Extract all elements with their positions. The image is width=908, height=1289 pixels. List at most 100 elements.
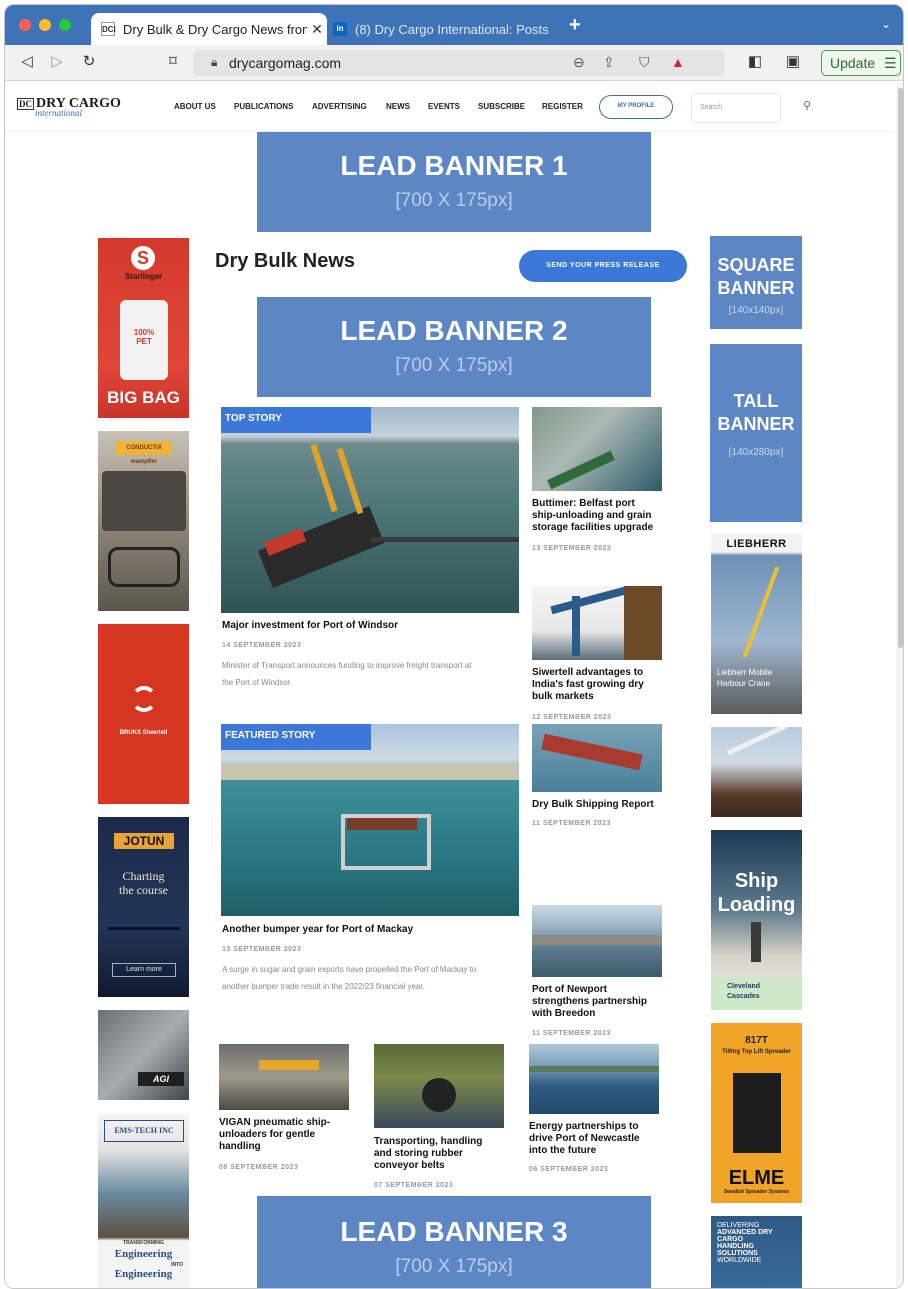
bottom-article-3-image[interactable] <box>529 1044 659 1114</box>
square-banner-size: [140x140px] <box>728 305 784 316</box>
tab-list-chevron-icon[interactable]: ⌄ <box>881 17 891 31</box>
lead-banner-3[interactable]: LEAD BANNER 3 [700 X 175px] <box>257 1196 651 1288</box>
nav-events[interactable]: EVENTS <box>428 102 460 111</box>
nav-publications[interactable]: PUBLICATIONS <box>234 102 293 111</box>
back-icon[interactable]: ◁ <box>17 52 37 70</box>
sidebar-icon[interactable]: ◧ <box>745 52 765 70</box>
featured-story-image[interactable] <box>221 724 519 916</box>
jotun-learn-more-button[interactable]: Learn more <box>112 963 176 977</box>
featured-story-tag[interactable]: FEATURED STORY <box>221 724 371 750</box>
bottom-article-2-image[interactable] <box>374 1044 504 1128</box>
tall-banner[interactable]: TALL BANNER [140x280px] <box>710 344 802 522</box>
unloader-arm-image <box>550 586 630 615</box>
big-bag-caption: BIG BAG <box>107 388 180 407</box>
nav-advertising[interactable]: ADVERTISING <box>312 102 367 111</box>
ems-tag-2: Engineering <box>114 1248 173 1260</box>
lead-banner-2[interactable]: LEAD BANNER 2 [700 X 175px] <box>257 297 651 397</box>
side-article-2-image[interactable] <box>532 586 662 660</box>
jotun-ad[interactable]: JOTUN Charting the course Learn more <box>98 817 189 997</box>
top-story-tag[interactable]: TOP STORY <box>221 407 371 433</box>
wallet-icon[interactable]: ▣ <box>783 52 803 70</box>
share-icon[interactable]: ⇪ <box>603 54 615 71</box>
tab-drycargo[interactable]: DCI Dry Bulk & Dry Cargo News from ✕ <box>91 13 327 45</box>
featured-story-excerpt-line-1: A surge in sugar and grain exports have … <box>222 965 477 974</box>
top-story-excerpt-line-2: the Port of Windsor. <box>222 678 293 687</box>
site-logo[interactable]: DC DRY CARGO international <box>17 96 121 118</box>
cleveland-footer: Cleveland Cascades <box>711 978 802 1010</box>
top-story-image[interactable] <box>221 407 519 613</box>
logo-mark: DC <box>17 98 34 110</box>
agi-ad[interactable]: AGI <box>98 1010 189 1100</box>
bottom-article-1-title[interactable]: VIGAN pneumatic ship- unloaders for gent… <box>219 1117 359 1153</box>
elme-ad[interactable]: 817T Tilting Top Lift Spreader ELME Swed… <box>711 1023 802 1203</box>
top-story-title[interactable]: Major investment for Port of Windsor <box>222 620 522 632</box>
bottom-article-3-title[interactable]: Energy partnerships to drive Port of New… <box>529 1121 669 1157</box>
scrollbar-thumb[interactable] <box>898 88 903 648</box>
zoom-window-button[interactable] <box>59 19 71 31</box>
side-article-1-title[interactable]: Buttimer: Belfast port ship-unloading an… <box>532 498 672 534</box>
brave-rewards-icon[interactable]: ▲ <box>671 54 685 70</box>
cleveland-brand-1: Cleveland <box>727 983 761 990</box>
browser-window: DCI Dry Bulk & Dry Cargo News from ✕ in … <box>4 4 904 1289</box>
side-article-2-title[interactable]: Siwertell advantages to India's fast gro… <box>532 667 672 703</box>
ems-tech-ad[interactable]: EMS-TECH INC TRANSFORMING Engineering IN… <box>98 1114 189 1288</box>
nav-subscribe[interactable]: SUBSCRIBE <box>478 102 525 111</box>
liebherr-logo: LIEBHERR <box>726 538 787 550</box>
new-tab-icon[interactable]: + <box>569 14 581 37</box>
bruks-siwertell-ad[interactable]: BRUKS Siwertell <box>98 624 189 804</box>
bottom-article-1-image[interactable] <box>219 1044 349 1110</box>
tab-linkedin[interactable]: in (8) Dry Cargo International: Posts | <box>331 13 553 45</box>
page-scrollbar[interactable] <box>896 82 903 1288</box>
send-press-release-button[interactable]: SEND YOUR PRESS RELEASE <box>519 250 687 282</box>
bookmark-icon[interactable]: ⌑ <box>163 52 183 70</box>
featured-story-title[interactable]: Another bumper year for Port of Mackay <box>222 924 522 936</box>
close-tab-icon[interactable]: ✕ <box>307 21 327 38</box>
cleveland-cascades-ad[interactable]: Ship Loading Cleveland Cascades <box>711 830 802 1010</box>
side-article-3-image[interactable] <box>532 724 662 792</box>
reload-icon[interactable]: ↻ <box>79 52 99 70</box>
address-bar[interactable]: 🔒︎ drycargomag.com ⊖ ⇪ ⛉ ▲ <box>193 50 725 76</box>
zoom-icon[interactable]: ⊖ <box>573 54 585 71</box>
nav-about-us[interactable]: ABOUT US <box>174 102 216 111</box>
url-text[interactable]: drycargomag.com <box>229 55 341 71</box>
brave-shield-icon[interactable]: ⛉ <box>639 54 650 71</box>
minimize-window-button[interactable] <box>39 19 51 31</box>
unloader-crane-image <box>310 443 338 513</box>
loading-spout-image <box>751 922 761 962</box>
big-bag-image: 100% PET <box>120 300 168 380</box>
side-article-3-title[interactable]: Dry Bulk Shipping Report <box>532 799 672 811</box>
bottom-article-1-title-line-1: VIGAN pneumatic ship- <box>219 1117 331 1128</box>
starlinger-ad[interactable]: S Starlinger 100% PET BIG BAG <box>98 238 189 418</box>
search-input[interactable]: Search <box>691 93 781 123</box>
tab-title: Dry Bulk & Dry Cargo News from <box>123 21 307 37</box>
bottom-article-2-title-line-2: and storing rubber <box>374 1148 463 1159</box>
side-article-4-image[interactable] <box>532 905 662 977</box>
my-profile-button[interactable]: MY PROFILE <box>599 95 673 119</box>
nav-news[interactable]: NEWS <box>386 102 410 111</box>
tab-bar: DCI Dry Bulk & Dry Cargo News from ✕ in … <box>5 5 903 45</box>
side-article-4-title[interactable]: Port of Newport strengthens partnership … <box>532 984 672 1020</box>
crane-scrap-ad[interactable] <box>711 727 802 817</box>
update-button[interactable]: Update ☰ <box>821 50 901 76</box>
square-banner[interactable]: SQUARE BANNER [140x140px] <box>710 236 802 329</box>
side-article-2-title-line-1: Siwertell advantages to <box>532 667 644 678</box>
lead-banner-1-size: [700 X 175px] <box>395 190 513 211</box>
close-window-button[interactable] <box>19 19 31 31</box>
liebherr-ad[interactable]: LIEBHERR Liebherr Mobile Harbour Crane <box>711 534 802 714</box>
lead-banner-1[interactable]: LEAD BANNER 1 [700 X 175px] <box>257 132 651 232</box>
bottom-article-2-title[interactable]: Transporting, handling and storing rubbe… <box>374 1136 514 1172</box>
side-article-2-date: 12 SEPTEMBER 2023 <box>532 714 612 721</box>
forward-icon[interactable]: ▷ <box>47 52 67 70</box>
side-article-1-image[interactable] <box>532 407 662 491</box>
menu-icon: ☰ <box>884 55 897 71</box>
drycargo-favicon-icon: DCI <box>101 22 116 36</box>
ship-silhouette <box>108 927 180 930</box>
tall-banner-title-2: BANNER <box>717 413 795 434</box>
bottom-article-3-date: 06 SEPTEMBER 2023 <box>529 1166 609 1173</box>
delivering-solutions-ad[interactable]: DELIVERING ADVANCED DRY CARGO HANDLING S… <box>711 1216 802 1288</box>
search-icon[interactable]: ⚲ <box>803 99 811 112</box>
bottom-article-1-title-line-2: unloaders for gentle <box>219 1129 316 1140</box>
logo-sub: international <box>35 108 82 118</box>
nav-register[interactable]: REGISTER <box>542 102 583 111</box>
conductix-ad[interactable]: CONDUCTIX wampfler <box>98 431 189 611</box>
